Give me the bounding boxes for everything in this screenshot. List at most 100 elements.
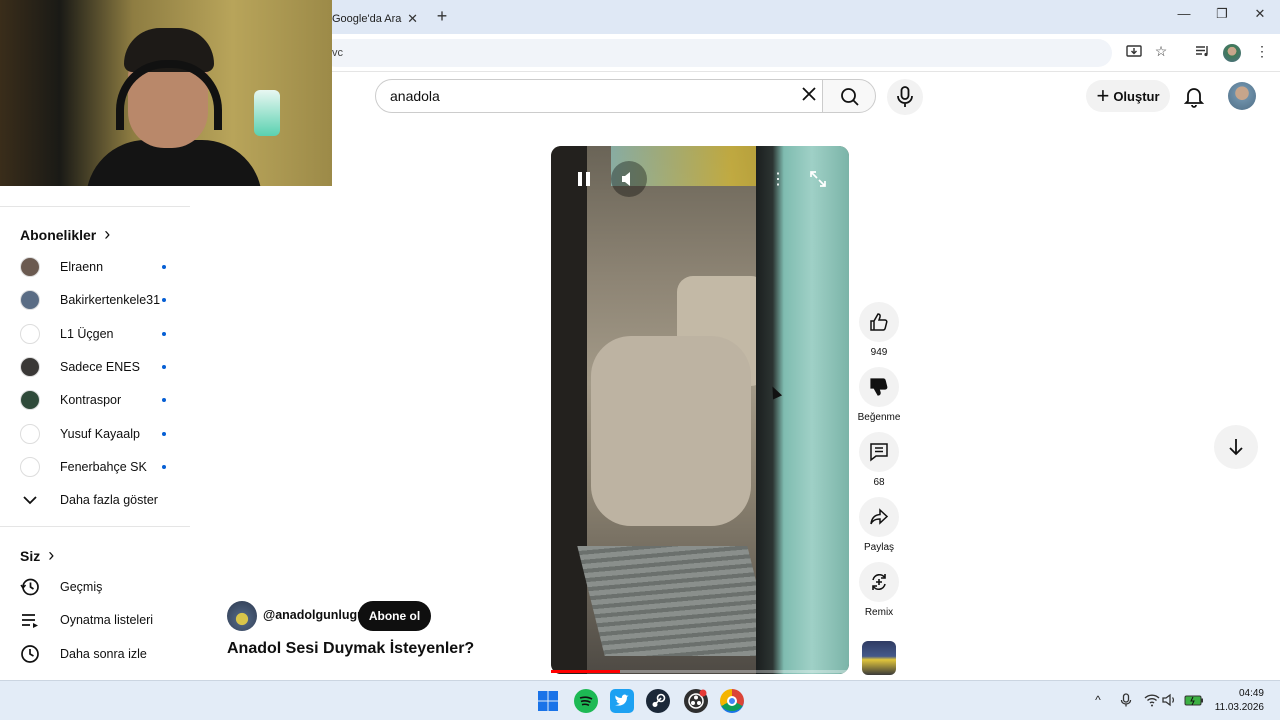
sidebar-subscription-item[interactable]: Elraenn	[20, 252, 180, 282]
chrome-icon[interactable]	[720, 689, 744, 713]
clock-date: 11.03.2026	[1214, 702, 1264, 713]
sidebar-subscription-item[interactable]: Kontraspor	[20, 385, 180, 415]
subscription-name: Fenerbahçe SK	[60, 459, 147, 474]
subscriptions-header[interactable]: Abonelikler ›	[20, 224, 110, 245]
sidebar-subscription-item[interactable]: Fenerbahçe SK	[20, 452, 180, 482]
steam-icon[interactable]	[646, 689, 670, 713]
install-app-icon[interactable]	[1124, 43, 1144, 63]
pause-icon	[578, 172, 590, 186]
media-controls-icon[interactable]	[1192, 43, 1212, 63]
wifi-icon[interactable]	[1144, 693, 1160, 710]
dislike-label: Beğenme	[857, 412, 901, 423]
new-content-dot	[162, 398, 166, 403]
channel-avatar-icon	[20, 290, 40, 311]
windows-start-icon[interactable]	[536, 689, 560, 713]
sidebar-item-label: Oynatma listeleri	[60, 613, 154, 627]
minimize-button[interactable]: —	[1172, 6, 1196, 26]
browser-tab[interactable]: Google'da Ara ✕	[322, 4, 426, 34]
subscribe-button[interactable]: Abone ol	[358, 601, 431, 631]
tray-expand-icon[interactable]: ^	[1090, 693, 1106, 707]
show-more-label: Daha fazla göster	[60, 493, 158, 507]
sidebar-subscription-item[interactable]: Bakirkertenkele31	[20, 285, 180, 315]
volume-button[interactable]	[611, 161, 647, 197]
subscription-name: L1 Üçgen	[60, 326, 114, 341]
video-title[interactable]: Anadol Sesi Duymak İsteyenler?	[227, 640, 474, 658]
microphone-icon	[897, 86, 913, 107]
subscription-name: Elraenn	[60, 260, 104, 274]
more-options-icon[interactable]: ⋮	[760, 161, 796, 197]
sidebar-subscription-item[interactable]: Sadece ENES	[20, 352, 180, 382]
sidebar-subscription-item[interactable]: Yusuf Kayaalp	[20, 419, 180, 449]
windows-taskbar: ^ 04:49 11.03.2026	[0, 680, 1280, 720]
fullscreen-icon[interactable]	[800, 161, 836, 197]
clock-time: 04:49	[1238, 688, 1264, 699]
address-bar[interactable]: vc	[322, 39, 1112, 67]
shorts-video-player[interactable]	[551, 146, 849, 674]
dislike-button[interactable]	[859, 367, 899, 407]
you-header[interactable]: Siz ›	[20, 545, 54, 566]
subscriptions-title: Abonelikler	[20, 226, 97, 243]
comment-count: 68	[873, 477, 885, 488]
voice-search-button[interactable]	[887, 79, 923, 115]
thumbs-down-icon	[870, 378, 888, 396]
like-button[interactable]	[859, 302, 899, 342]
user-avatar[interactable]	[1228, 82, 1256, 110]
search-button[interactable]	[822, 79, 876, 113]
new-content-dot	[162, 265, 166, 269]
channel-avatar[interactable]	[227, 601, 257, 631]
new-content-dot	[162, 298, 166, 303]
new-content-dot	[162, 364, 166, 369]
sidebar-item-watch-later[interactable]: Daha sonra izle	[20, 639, 180, 669]
obs-icon[interactable]	[684, 689, 708, 713]
remix-icon	[872, 574, 886, 590]
subscription-name: Kontraspor	[60, 393, 122, 408]
audio-thumbnail[interactable]	[862, 641, 896, 675]
comments-button[interactable]	[859, 432, 899, 472]
sidebar-subscription-item[interactable]: L1 Üçgen	[20, 319, 180, 349]
next-short-button[interactable]	[1214, 425, 1258, 469]
clear-search-icon[interactable]	[798, 86, 820, 106]
notifications-bell-icon[interactable]	[1180, 82, 1208, 110]
bookmark-star-icon[interactable]: ☆	[1151, 43, 1171, 63]
new-tab-button[interactable]: +	[432, 6, 452, 27]
remix-button[interactable]	[859, 562, 899, 602]
share-label: Paylaş	[863, 542, 894, 553]
speaker-icon[interactable]	[1162, 693, 1178, 710]
new-content-dot	[162, 331, 166, 336]
create-button[interactable]: + Oluştur	[1086, 80, 1170, 112]
tab-close-icon[interactable]: ✕	[407, 11, 418, 27]
channel-avatar-icon	[20, 356, 40, 377]
webcam-overlay	[0, 0, 332, 186]
share-icon	[870, 508, 889, 525]
show-more-button[interactable]: Daha fazla göster	[20, 485, 180, 515]
thumbs-up-icon	[870, 313, 888, 331]
video-progress-bar[interactable]	[551, 670, 849, 673]
channel-name[interactable]: @anadolgunlugu	[263, 608, 365, 622]
chevron-right-icon: ›	[104, 224, 111, 244]
chevron-down-icon	[23, 496, 37, 505]
pause-button[interactable]	[566, 161, 602, 197]
arrow-down-icon	[1229, 439, 1243, 456]
channel-avatar-icon	[20, 257, 40, 277]
sidebar-item-label: Daha sonra izle	[60, 647, 147, 661]
close-window-button[interactable]: ✕	[1248, 6, 1272, 26]
spotify-icon[interactable]	[574, 689, 598, 713]
share-button[interactable]	[859, 497, 899, 537]
create-label: Oluştur	[1113, 88, 1160, 104]
channel-avatar-icon	[20, 323, 40, 344]
battery-icon[interactable]	[1184, 693, 1204, 710]
system-clock[interactable]: 04:49 11.03.2026	[1215, 687, 1264, 715]
search-input[interactable]: anadola	[375, 79, 823, 113]
microphone-tray-icon[interactable]	[1118, 693, 1134, 710]
twitter-icon[interactable]	[610, 689, 634, 713]
comment-icon	[870, 443, 888, 462]
subscription-name: Bakirkertenkele31	[60, 293, 161, 308]
chevron-right-icon: ›	[48, 545, 55, 565]
sidebar-item-history[interactable]: Geçmiş	[20, 572, 180, 602]
like-count: 949	[870, 347, 888, 358]
browser-menu-icon[interactable]: ⋮	[1252, 43, 1272, 63]
restore-button[interactable]: ❐	[1210, 6, 1234, 26]
profile-avatar-icon[interactable]	[1222, 43, 1242, 63]
sidebar-item-playlists[interactable]: Oynatma listeleri	[20, 605, 180, 635]
channel-avatar-icon	[20, 423, 40, 444]
